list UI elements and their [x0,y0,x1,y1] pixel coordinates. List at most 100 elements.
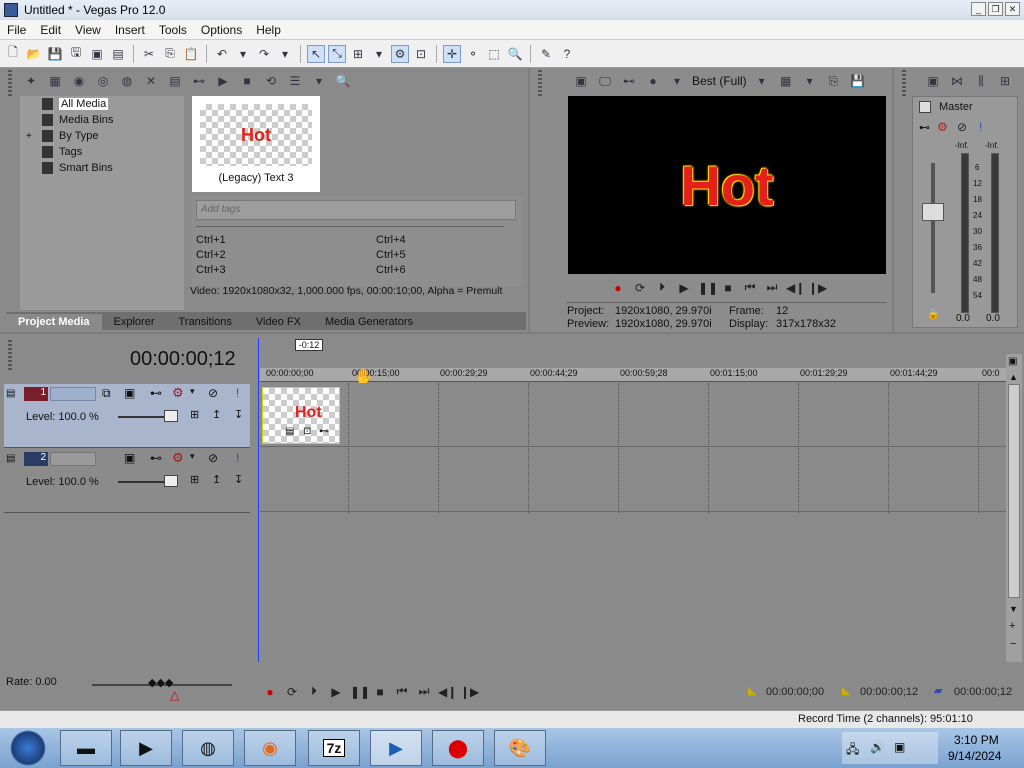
menu-tools[interactable]: Tools [152,23,194,37]
track-compositing-icon[interactable]: ⊷ [150,451,162,465]
go-to-start-icon[interactable]: ⏮ [394,684,410,699]
play-icon[interactable]: ▶ [676,281,692,295]
redo-icon[interactable]: ↷ [255,45,273,63]
tree-item-by-type[interactable]: + By Type [20,128,184,144]
render-icon[interactable]: ▣ [88,45,106,63]
quality-dropdown-icon[interactable]: ▾ [753,72,771,90]
taskbar-app-globe[interactable]: ◍ [182,730,234,766]
add-tags-input[interactable]: Add tags [196,200,516,220]
tab-media-generators[interactable]: Media Generators [313,314,425,330]
track-mute-icon[interactable]: ⊘ [208,386,218,400]
snap-icon[interactable]: ⊞ [349,45,367,63]
save-icon[interactable]: 💾 [46,45,64,63]
zoom-tool-icon[interactable]: 🔍 [506,45,524,63]
tab-project-media[interactable]: Project Media [6,314,102,330]
scroll-down-icon[interactable]: ▼ [1009,604,1018,614]
tray-app-icon[interactable]: ▣ [894,740,905,754]
grid-icon[interactable]: ▦ [777,72,795,90]
mixer-insert-icon[interactable]: ⊞ [996,72,1014,90]
pin-icon[interactable]: ▣ [1008,356,1017,367]
auto-ripple-icon[interactable]: ⚙ [391,44,409,63]
stop-media-icon[interactable]: ■ [238,72,256,90]
grid-dropdown-icon[interactable]: ▾ [801,72,819,90]
mixer-bus-icon[interactable]: ⋈ [948,72,966,90]
properties-icon[interactable]: ▤ [109,45,127,63]
record-icon[interactable]: ● [262,685,278,699]
track-settings-icon[interactable]: ⚙ [172,450,184,466]
go-to-end-icon[interactable]: ⏭ [416,684,432,699]
restore-button[interactable]: ❐ [988,2,1003,16]
track-solo-icon[interactable]: ! [236,386,239,400]
make-parent-icon[interactable]: ↥ [212,473,221,486]
stop-icon[interactable]: ■ [720,281,736,295]
make-child-icon[interactable]: ↧ [234,408,243,421]
prev-frame-icon[interactable]: ◀❙ [438,685,457,699]
tab-transitions[interactable]: Transitions [167,314,244,330]
go-to-start-icon[interactable]: ⏮ [742,280,758,295]
close-button[interactable]: ✕ [1005,2,1020,16]
start-button[interactable] [0,728,56,768]
tree-item-smart-bins[interactable]: Smart Bins [20,160,184,176]
timeline-timecode[interactable]: 00:00:00;12 [130,348,236,371]
tree-item-media-bins[interactable]: Media Bins [20,112,184,128]
split-screen-icon[interactable]: ⊷ [620,72,638,90]
copy-icon[interactable]: ⎘ [161,45,179,63]
preview-properties-icon[interactable]: ▣ [572,72,590,90]
track-lane-1[interactable] [260,383,1006,447]
track-lanes[interactable] [260,383,1006,663]
event-media-fx-icon[interactable]: ▤ [285,426,294,437]
selection-start-timecode[interactable]: 00:00:00;00 [766,686,824,698]
mixer-faders-icon[interactable]: ⫼ [972,72,990,90]
tab-explorer[interactable]: Explorer [102,314,167,330]
track-motion-icon[interactable]: ⧉ [102,386,111,401]
taskbar-app-media-player[interactable]: ▶ [120,730,172,766]
remove-icon[interactable]: ✕ [142,72,160,90]
track-mute-icon[interactable]: ⊘ [208,451,218,465]
menu-file[interactable]: File [0,23,33,37]
pause-icon[interactable]: ❚❚ [698,281,718,295]
track-name-input[interactable] [50,387,96,401]
go-to-end-icon[interactable]: ⏭ [764,280,780,295]
pause-icon[interactable]: ❚❚ [350,685,370,699]
track-solo-icon[interactable]: ! [236,451,239,465]
whats-this-icon[interactable]: ? [558,45,576,63]
undo-icon[interactable]: ↶ [213,45,231,63]
mixer-view-icon[interactable]: ▣ [924,72,942,90]
envelope-tool-icon[interactable]: ⤡ [328,44,346,63]
taskbar-app-recorder[interactable]: ⬤ [432,730,484,766]
master-bus-icon[interactable] [919,101,931,113]
level-slider-handle[interactable] [164,475,178,487]
capture-video-icon[interactable]: ▦ [46,72,64,90]
cursor-tool-icon[interactable]: ✛ [443,44,461,63]
track-fx-icon[interactable]: ▣ [124,386,135,400]
selection-tool-icon[interactable]: ⬚ [485,45,503,63]
new-icon[interactable]: 🗋 [4,45,22,63]
snap-dropdown-icon[interactable]: ▾ [370,45,388,63]
event-fx-icon[interactable]: ⊷ [319,426,329,437]
play-from-start-icon[interactable]: ⏵ [306,684,322,699]
import-media-icon[interactable]: ✦ [22,72,40,90]
lock-envelopes-icon[interactable]: ⊡ [412,45,430,63]
master-solo-icon[interactable]: ! [979,120,982,134]
next-frame-icon[interactable]: ❙▶ [808,281,827,295]
paste-icon[interactable]: 📋 [182,45,200,63]
overlays-icon[interactable]: ● [644,72,662,90]
taskbar-app-7zip[interactable]: 7z [308,730,360,766]
menu-help[interactable]: Help [249,23,288,37]
track-fx-icon[interactable]: ▣ [124,451,135,465]
menu-edit[interactable]: Edit [33,23,68,37]
selection-end-timecode[interactable]: 00:00:00;12 [860,686,918,698]
track-header-1[interactable]: ▤ 1 ⧉ ▣ ⊷ ⚙ ▾ ⊘ ! Level: 100.0 % ⊞ ↥ ↧ [4,384,250,448]
event-crop-icon[interactable]: ⊡ [303,426,311,437]
views-dropdown-icon[interactable]: ▾ [310,72,328,90]
media-properties-icon[interactable]: ▤ [166,72,184,90]
taskbar-app-terminal[interactable]: ▬ [60,730,112,766]
selection-length-timecode[interactable]: 00:00:00;12 [954,686,1012,698]
minimize-button[interactable]: _ [971,2,986,16]
taskbar-app-firefox[interactable]: ◉ [244,730,296,766]
normal-edit-tool-icon[interactable]: ↖ [307,44,325,63]
overlays-dropdown-icon[interactable]: ▾ [668,72,686,90]
get-photo-icon[interactable]: ◉ [70,72,88,90]
menu-view[interactable]: View [68,23,108,37]
web-icon[interactable]: ◍ [118,72,136,90]
